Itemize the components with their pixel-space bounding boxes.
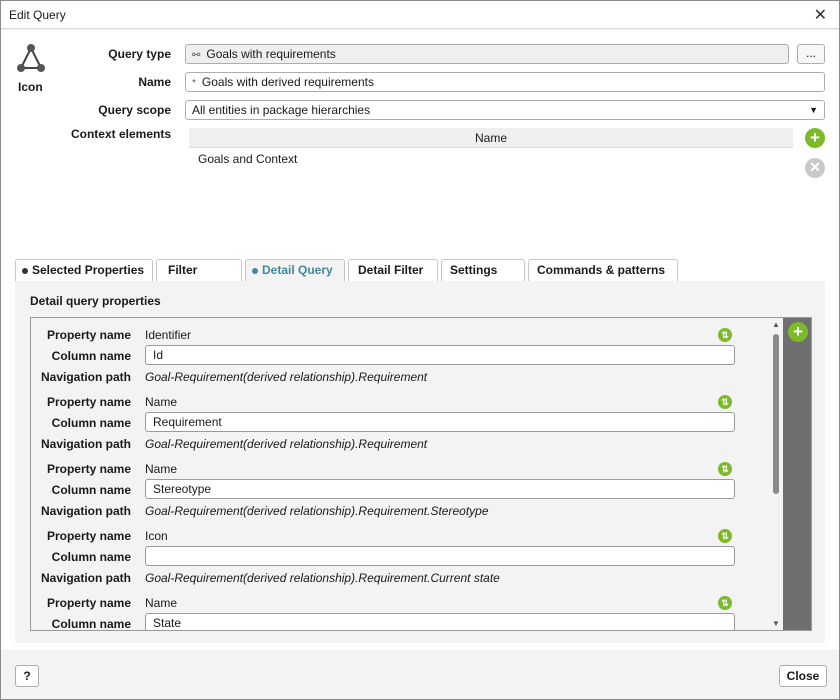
- scroll-down-icon[interactable]: ▼: [771, 619, 781, 628]
- list-item: Property name Identifier ⇅ Column name I…: [31, 326, 771, 393]
- column-name-input[interactable]: State: [145, 613, 735, 630]
- required-marker: *: [192, 78, 196, 89]
- property-name-label: Property name: [46, 596, 131, 610]
- tab-filter[interactable]: Filter: [156, 259, 242, 281]
- column-name-input[interactable]: [145, 546, 735, 566]
- column-name-label: Column name: [51, 550, 131, 564]
- detail-query-panel: Detail query properties Property name Id…: [15, 281, 825, 643]
- scrollbar-thumb[interactable]: [773, 334, 779, 494]
- scope-label: Query scope: [98, 103, 171, 117]
- navigation-path-label: Navigation path: [40, 437, 131, 451]
- close-icon[interactable]: ✕: [814, 5, 827, 25]
- query-type-value: Goals with requirements: [206, 47, 336, 61]
- navigation-path-label: Navigation path: [40, 571, 131, 585]
- navigation-path-value: Goal-Requirement(derived relationship).R…: [145, 370, 428, 384]
- detail-title: Detail query properties: [30, 294, 161, 308]
- tab-selected-properties[interactable]: Selected Properties: [15, 259, 153, 281]
- list-item: Property name Name ⇅ Column name Require…: [31, 393, 771, 460]
- property-name-value: Name: [145, 395, 178, 409]
- scope-value: All entities in package hierarchies: [192, 103, 371, 117]
- remove-context-button[interactable]: ✕: [805, 158, 825, 178]
- property-name-label: Property name: [46, 328, 131, 342]
- tab-settings[interactable]: Settings: [441, 259, 525, 281]
- property-name-value: Name: [145, 596, 178, 610]
- name-label: Name: [138, 75, 171, 89]
- add-property-button[interactable]: +: [788, 322, 808, 342]
- property-name-value: Name: [145, 462, 178, 476]
- name-field[interactable]: * Goals with derived requirements: [185, 72, 825, 92]
- column-name-input[interactable]: Requirement: [145, 412, 735, 432]
- detail-properties-list: Property name Identifier ⇅ Column name I…: [30, 317, 812, 631]
- context-elements-table: Name Goals and Context: [189, 128, 793, 170]
- vertical-scrollbar[interactable]: ▲ ▼: [771, 320, 781, 628]
- sort-icon[interactable]: ⇅: [718, 596, 732, 610]
- navigation-path-value: Goal-Requirement(derived relationship).R…: [145, 571, 500, 585]
- sort-icon[interactable]: ⇅: [718, 529, 732, 543]
- navigation-path-label: Navigation path: [40, 370, 131, 384]
- property-name-label: Property name: [46, 529, 131, 543]
- query-type-label: Query type: [108, 47, 171, 61]
- tab-commands-patterns[interactable]: Commands & patterns: [528, 259, 678, 281]
- property-name-value: Identifier: [145, 328, 192, 342]
- navigation-path-value: Goal-Requirement(derived relationship).R…: [145, 504, 489, 518]
- navigation-path-value: Goal-Requirement(derived relationship).R…: [145, 437, 428, 451]
- side-toolbar: +: [783, 318, 811, 630]
- list-item: Property name Name ⇅ Column name State: [31, 594, 771, 631]
- window-title: Edit Query: [9, 8, 66, 22]
- sort-icon[interactable]: ⇅: [718, 395, 732, 409]
- context-elements-label: Context elements: [70, 127, 171, 141]
- navigation-path-label: Navigation path: [40, 504, 131, 518]
- column-name-label: Column name: [51, 617, 131, 631]
- scope-select[interactable]: All entities in package hierarchies ▼: [185, 100, 825, 120]
- context-column-header[interactable]: Name: [189, 128, 793, 148]
- tab-detail-filter[interactable]: Detail Filter: [348, 259, 438, 281]
- title-bar: Edit Query ✕: [1, 1, 839, 29]
- property-name-label: Property name: [46, 395, 131, 409]
- sort-icon[interactable]: ⇅: [718, 328, 732, 342]
- browse-button[interactable]: ...: [797, 44, 825, 64]
- sort-icon[interactable]: ⇅: [718, 462, 732, 476]
- column-name-input[interactable]: Stereotype: [145, 479, 735, 499]
- column-name-label: Column name: [51, 416, 131, 430]
- add-context-button[interactable]: +: [805, 128, 825, 148]
- property-name-label: Property name: [46, 462, 131, 476]
- column-name-label: Column name: [51, 483, 131, 497]
- help-button[interactable]: ?: [15, 665, 39, 687]
- property-name-value: Icon: [145, 529, 168, 543]
- list-item: Property name Name ⇅ Column name Stereot…: [31, 460, 771, 527]
- query-type-field: ⚯ Goals with requirements: [185, 44, 789, 64]
- name-value: Goals with derived requirements: [201, 75, 374, 89]
- query-header-panel: Icon Query type ⚯ Goals with requirements…: [1, 30, 839, 650]
- chevron-down-icon: ▼: [809, 105, 818, 115]
- close-button[interactable]: Close: [779, 665, 827, 687]
- tab-detail-query[interactable]: Detail Query: [245, 259, 345, 282]
- context-row[interactable]: Goals and Context: [189, 148, 793, 170]
- column-name-input[interactable]: Id: [145, 345, 735, 365]
- column-name-label: Column name: [51, 349, 131, 363]
- link-icon: ⚯: [192, 50, 201, 61]
- edit-query-dialog: Edit Query ✕ Icon Query type ⚯ Goals with…: [0, 0, 840, 700]
- list-item: Property name Icon ⇅ Column name Navigat…: [31, 527, 771, 594]
- dialog-footer: ? Close: [1, 651, 839, 699]
- scroll-up-icon[interactable]: ▲: [771, 320, 781, 329]
